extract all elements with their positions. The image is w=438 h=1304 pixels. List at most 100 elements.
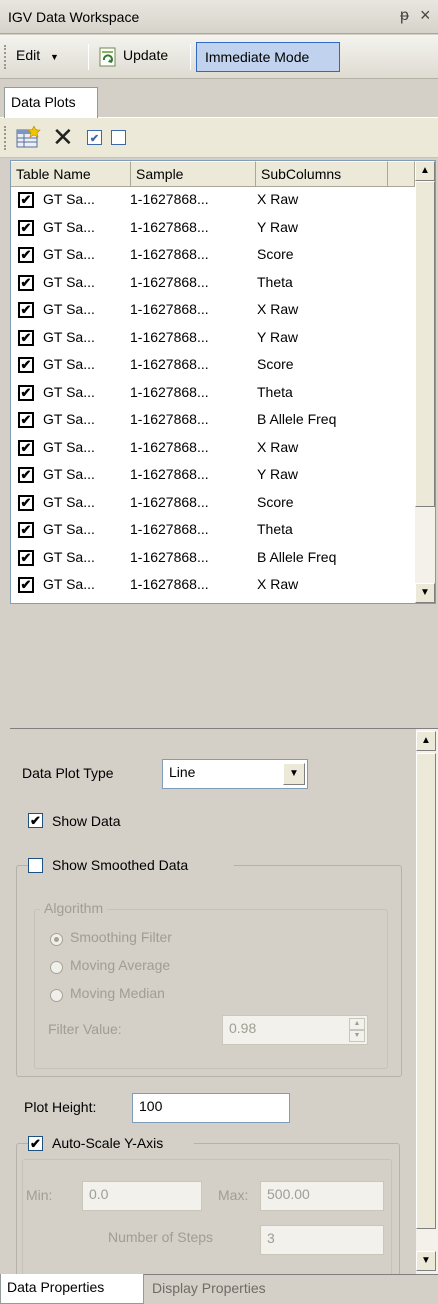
cell-sample: 1-1627868...: [130, 438, 209, 455]
column-header-table-name[interactable]: Table Name: [11, 161, 131, 187]
arrow-down-icon: ▼: [421, 1255, 431, 1266]
cell-subcolumns: Theta: [257, 273, 293, 290]
radio-moving-average[interactable]: [50, 961, 63, 974]
min-field[interactable]: 0.0: [82, 1181, 202, 1211]
column-header-subcolumns[interactable]: SubColumns: [256, 161, 388, 187]
filter-value-label: Filter Value:: [48, 1021, 122, 1037]
update-button[interactable]: Update: [99, 45, 187, 69]
table-row[interactable]: ✔ GT Sa... 1-1627868... X Raw: [11, 573, 415, 597]
table-row[interactable]: ✔ GT Sa... 1-1627868... Y Raw: [11, 216, 415, 240]
add-table-icon[interactable]: [16, 126, 42, 150]
row-checkbox[interactable]: ✔: [18, 467, 34, 483]
autoscale-group-header: ✔ Auto-Scale Y-Axis: [28, 1133, 194, 1155]
cell-sample: 1-1627868...: [130, 576, 209, 592]
spin-up-icon[interactable]: ▲: [349, 1018, 365, 1030]
toolbar-grip[interactable]: [4, 45, 7, 69]
properties-panel: Data Plot Type Line ▼ ✔ Show Data Show S…: [10, 728, 438, 1293]
row-checkbox[interactable]: ✔: [18, 274, 34, 291]
scroll-down-button[interactable]: ▼: [416, 1251, 436, 1271]
tab-data-properties[interactable]: Data Properties: [0, 1274, 144, 1304]
toolbar-grip[interactable]: [4, 126, 7, 150]
dropdown-button[interactable]: ▼: [283, 763, 305, 785]
table-row[interactable]: ✔ GT Sa... 1-1627868... Y Raw: [11, 463, 415, 487]
row-checkbox[interactable]: ✔: [18, 192, 34, 208]
cell-subcolumns: Y Raw: [257, 466, 298, 482]
cell-table-name: GT Sa...: [43, 356, 95, 372]
cell-subcolumns: Y Raw: [257, 218, 298, 235]
row-checkbox[interactable]: ✔: [18, 247, 34, 263]
uncheck-all-icon[interactable]: [111, 130, 126, 145]
table-row[interactable]: ✔ GT Sa... 1-1627868... Score: [11, 243, 415, 267]
check-icon: ✔: [20, 274, 32, 290]
table-row[interactable]: ✔ GT Sa... 1-1627868... Score: [11, 353, 415, 377]
row-checkbox[interactable]: ✔: [18, 439, 34, 456]
table-row[interactable]: ✔ GT Sa... 1-1627868... B Allele Freq: [11, 408, 415, 432]
table-row[interactable]: ✔ GT Sa... 1-1627868... X Raw: [11, 436, 415, 460]
window-title: IGV Data Workspace: [8, 9, 140, 25]
table-row[interactable]: ✔ GT Sa... 1-1627868... Score: [11, 491, 415, 515]
row-checkbox[interactable]: ✔: [18, 549, 34, 566]
grid-scrollbar[interactable]: ▲ ▼: [415, 161, 435, 603]
cell-subcolumns: X Raw: [257, 438, 299, 455]
scroll-thumb[interactable]: [416, 753, 436, 1229]
row-checkbox[interactable]: ✔: [18, 494, 34, 511]
filter-value-spinner[interactable]: 0.98 ▲ ▼: [222, 1015, 368, 1045]
tab-data-plots[interactable]: Data Plots: [4, 87, 98, 118]
radio-smoothing-filter[interactable]: [50, 933, 63, 946]
table-row[interactable]: ✔ GT Sa... 1-1627868... Theta: [11, 381, 415, 405]
cell-subcolumns: Score: [257, 246, 294, 262]
max-field[interactable]: 500.00: [260, 1181, 384, 1211]
cell-subcolumns: Y Raw: [257, 328, 298, 345]
plot-type-select[interactable]: Line ▼: [162, 759, 308, 789]
radio-moving-median[interactable]: [50, 989, 63, 1002]
cell-subcolumns: Theta: [257, 521, 293, 537]
check-all-icon[interactable]: ✔: [87, 130, 102, 145]
column-header-sample[interactable]: Sample: [131, 161, 256, 187]
scroll-thumb[interactable]: [415, 181, 435, 507]
min-label: Min:: [26, 1187, 53, 1203]
scroll-down-button[interactable]: ▼: [415, 583, 435, 603]
immediate-mode-button[interactable]: Immediate Mode: [196, 42, 340, 72]
table-row[interactable]: ✔ GT Sa... 1-1627868... B Allele Freq: [11, 546, 415, 570]
pin-icon[interactable]: ᵽ: [400, 7, 409, 25]
autoscale-checkbox[interactable]: ✔: [28, 1136, 43, 1151]
plot-height-field[interactable]: 100: [132, 1093, 290, 1123]
plot-type-value: Line: [169, 764, 196, 780]
close-icon[interactable]: ×: [420, 5, 431, 26]
main-toolbar: Edit ▼ Update Immediate Mode: [0, 35, 438, 79]
row-checkbox[interactable]: ✔: [18, 522, 34, 538]
properties-scrollbar[interactable]: ▲ ▼: [416, 729, 438, 1275]
steps-field[interactable]: 3: [260, 1225, 384, 1255]
cell-table-name: GT Sa...: [43, 411, 95, 427]
show-smoothed-label: Show Smoothed Data: [52, 857, 189, 873]
check-icon: ✔: [20, 302, 32, 317]
tab-strip: Data Plots: [0, 80, 438, 118]
row-checkbox[interactable]: ✔: [18, 219, 34, 236]
table-row[interactable]: ✔ GT Sa... 1-1627868... Theta: [11, 518, 415, 542]
row-checkbox[interactable]: ✔: [18, 412, 34, 428]
cell-sample: 1-1627868...: [130, 548, 209, 565]
row-checkbox[interactable]: ✔: [18, 577, 34, 593]
cell-sample: 1-1627868...: [130, 356, 209, 372]
scroll-up-button[interactable]: ▲: [415, 161, 435, 181]
scroll-up-button[interactable]: ▲: [416, 731, 436, 751]
cell-subcolumns: X Raw: [257, 191, 299, 207]
edit-menu-button[interactable]: Edit ▼: [16, 47, 59, 63]
row-checkbox[interactable]: ✔: [18, 302, 34, 318]
row-checkbox[interactable]: ✔: [18, 329, 34, 346]
table-row[interactable]: ✔ GT Sa... 1-1627868... X Raw: [11, 188, 415, 212]
table-row[interactable]: ✔ GT Sa... 1-1627868... X Raw: [11, 298, 415, 322]
spin-down-icon[interactable]: ▼: [349, 1030, 365, 1042]
steps-label: Number of Steps: [108, 1229, 214, 1245]
table-row[interactable]: ✔ GT Sa... 1-1627868... Y Raw: [11, 326, 415, 350]
tab-display-properties[interactable]: Display Properties: [152, 1280, 266, 1296]
show-data-checkbox[interactable]: ✔: [28, 813, 43, 828]
row-checkbox[interactable]: ✔: [18, 384, 34, 401]
show-smoothed-checkbox[interactable]: [28, 858, 43, 873]
cell-subcolumns: Theta: [257, 383, 293, 400]
row-checkbox[interactable]: ✔: [18, 357, 34, 373]
check-icon: ✔: [20, 247, 32, 262]
delete-icon[interactable]: ✕: [52, 122, 74, 152]
cell-sample: 1-1627868...: [130, 328, 209, 345]
table-row[interactable]: ✔ GT Sa... 1-1627868... Theta: [11, 271, 415, 295]
